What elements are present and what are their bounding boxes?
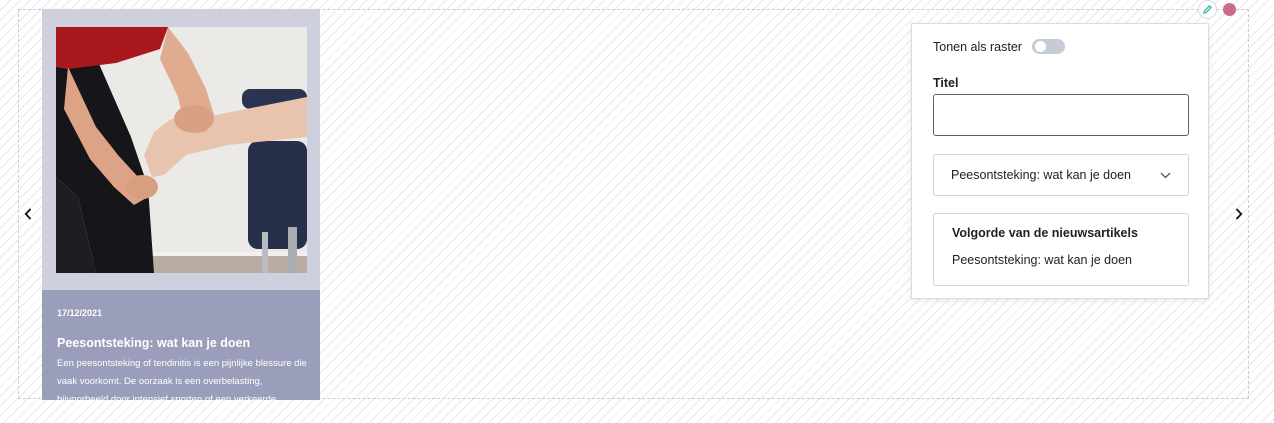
article-order-list: Volgorde van de nieuwsartikels Peesontst…	[933, 213, 1189, 286]
title-label: Titel	[933, 76, 959, 90]
pencil-icon	[1203, 5, 1212, 14]
grid-toggle-switch[interactable]	[1031, 39, 1065, 54]
article-date: 17/12/2021	[57, 308, 103, 318]
order-heading: Volgorde van de nieuwsartikels	[952, 226, 1138, 240]
chevron-down-icon	[1160, 172, 1171, 178]
toggle-knob	[1034, 41, 1046, 52]
article-select[interactable]: Peesontsteking: wat kan je doen	[933, 154, 1189, 196]
order-list-item[interactable]: Peesontsteking: wat kan je doen	[952, 253, 1132, 267]
title-input[interactable]	[933, 94, 1189, 136]
article-card-body: 17/12/2021 Peesontsteking: wat kan je do…	[42, 290, 320, 400]
block-settings-panel: Tonen als raster Titel Peesontsteking: w…	[911, 23, 1209, 299]
chevron-left-icon	[24, 208, 32, 220]
chevron-right-icon	[1235, 208, 1243, 220]
carousel-next-button[interactable]	[1231, 205, 1247, 223]
news-article-card[interactable]: 17/12/2021 Peesontsteking: wat kan je do…	[42, 9, 320, 400]
grid-toggle-label: Tonen als raster	[933, 39, 1022, 54]
grid-toggle-row: Tonen als raster	[933, 39, 1065, 54]
status-dot[interactable]	[1223, 3, 1236, 16]
article-select-value: Peesontsteking: wat kan je doen	[951, 168, 1131, 182]
article-image	[56, 27, 307, 273]
article-excerpt: Een peesontsteking of tendinitis is een …	[57, 358, 307, 400]
carousel-prev-button[interactable]	[20, 205, 36, 223]
edit-block-button[interactable]	[1198, 0, 1217, 19]
article-title[interactable]: Peesontsteking: wat kan je doen	[57, 336, 250, 350]
